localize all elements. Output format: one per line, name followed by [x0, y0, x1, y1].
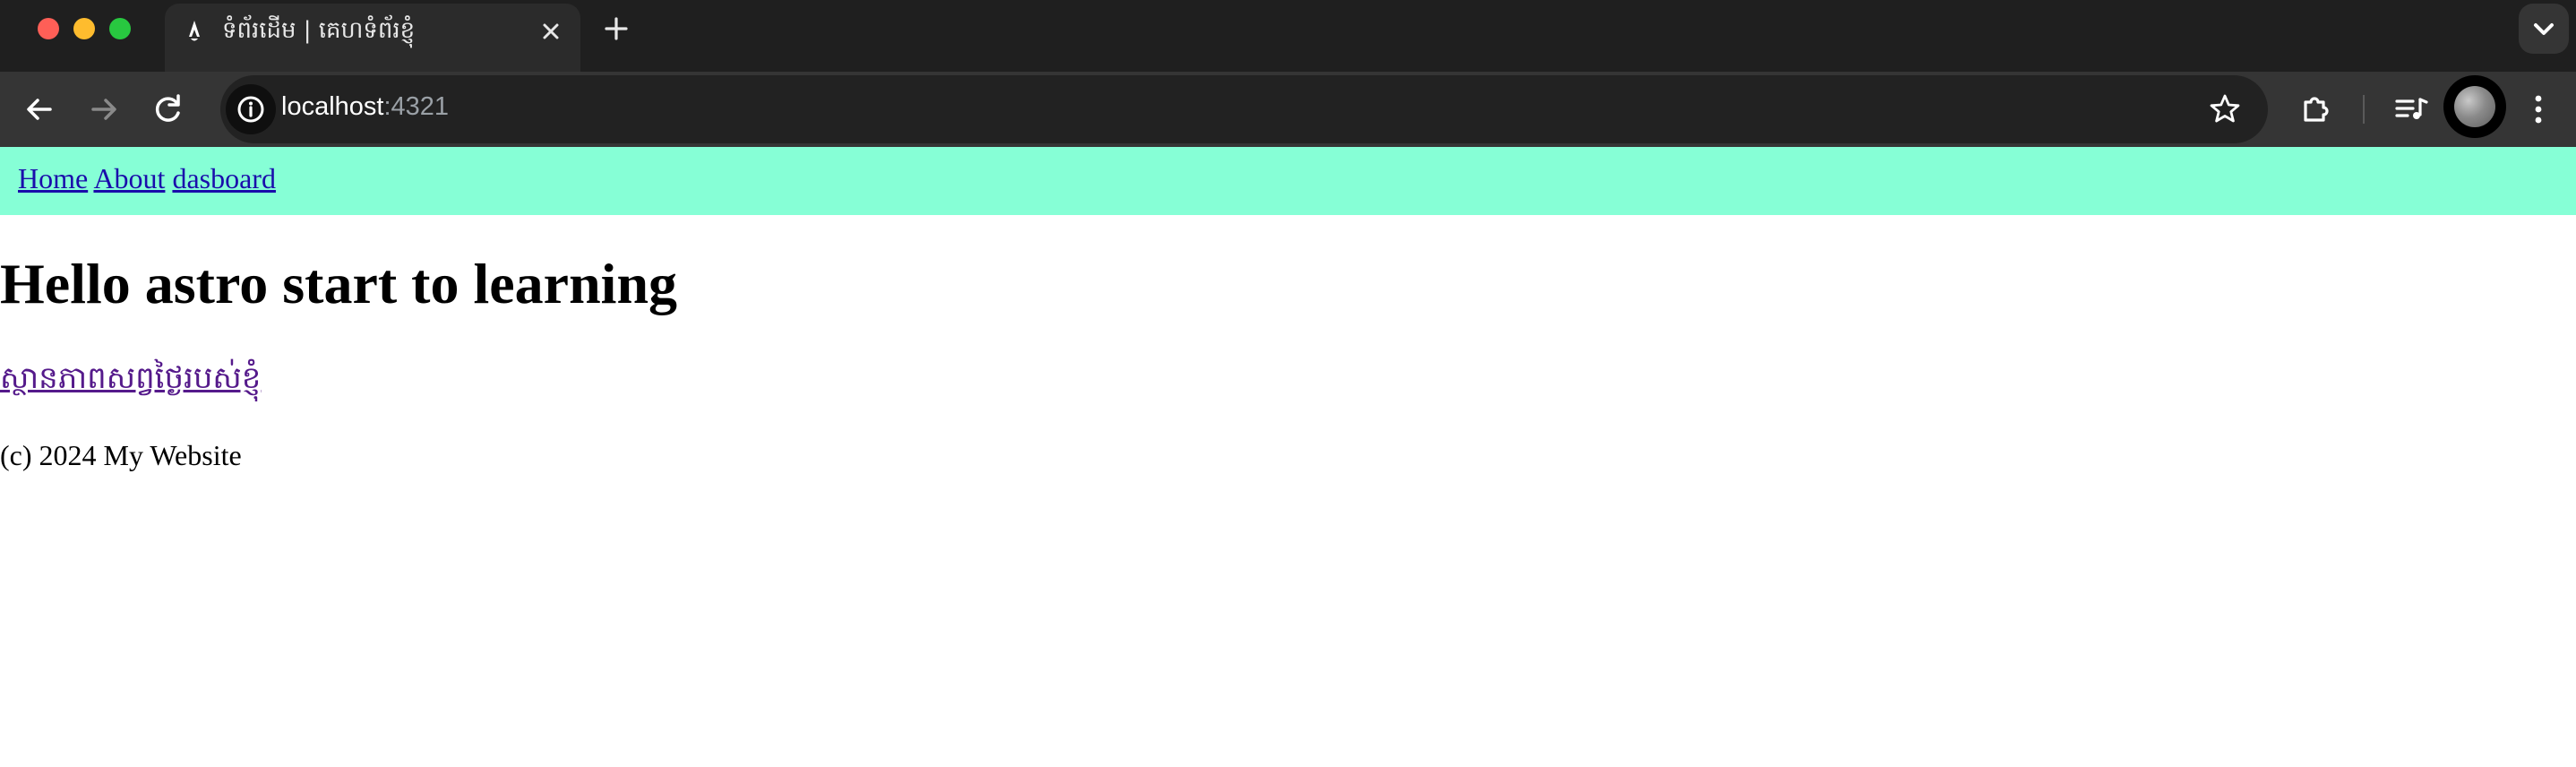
puzzle-icon[interactable]	[2295, 88, 2338, 131]
site-info-button[interactable]	[226, 84, 276, 134]
tab-search-button[interactable]	[2519, 4, 2569, 54]
nav-link-dashboard[interactable]: dasboard	[172, 162, 276, 194]
page-heading: Hello astro start to learning	[0, 252, 678, 315]
kebab-menu-icon[interactable]	[2520, 88, 2556, 131]
close-icon[interactable]	[537, 18, 564, 45]
minimize-window-button[interactable]	[73, 18, 95, 39]
browser-toolbar: localhost:4321	[0, 72, 2576, 147]
zoom-window-button[interactable]	[109, 18, 131, 39]
browser-tab-strip: ទំព័រដើម | គេហទំព័រខ្ញុំ	[0, 0, 2576, 72]
media-playlist-icon[interactable]	[2390, 88, 2433, 131]
avatar	[2454, 86, 2495, 127]
arrow-right-icon[interactable]	[82, 88, 125, 131]
nav-link-home[interactable]: Home	[18, 162, 88, 194]
url-text[interactable]: localhost:4321	[281, 92, 449, 122]
profile-button[interactable]	[2443, 75, 2506, 138]
site-nav: Home About dasboard	[0, 147, 2576, 215]
url-port: :4321	[383, 92, 450, 121]
star-icon[interactable]	[2207, 91, 2243, 127]
chevron-down-icon	[2534, 23, 2554, 35]
plus-icon[interactable]	[600, 13, 632, 45]
astro-rocket-icon	[189, 21, 200, 41]
nav-links: Home About dasboard	[18, 162, 276, 195]
address-bar[interactable]: localhost:4321	[220, 75, 2268, 143]
khmer-welcome-link[interactable]: ស្ថានភាពសព្វថ្ងៃរបស់ខ្ញុំ	[0, 358, 261, 403]
close-window-button[interactable]	[38, 18, 59, 39]
tab-title: ទំព័រដើម | គេហទំព័រខ្ញុំ	[222, 17, 416, 44]
info-icon	[237, 96, 264, 123]
footer-copyright: (c) 2024 My Website	[0, 439, 242, 471]
toolbar-divider	[2363, 95, 2365, 124]
reload-icon[interactable]	[147, 88, 190, 131]
nav-link-about[interactable]: About	[93, 162, 165, 194]
browser-tab-active[interactable]: ទំព័រដើម | គេហទំព័រខ្ញុំ	[165, 4, 580, 72]
web-page: Home About dasboard Hello astro start to…	[0, 147, 2576, 767]
url-host: localhost	[281, 92, 384, 121]
arrow-left-icon[interactable]	[18, 88, 61, 131]
